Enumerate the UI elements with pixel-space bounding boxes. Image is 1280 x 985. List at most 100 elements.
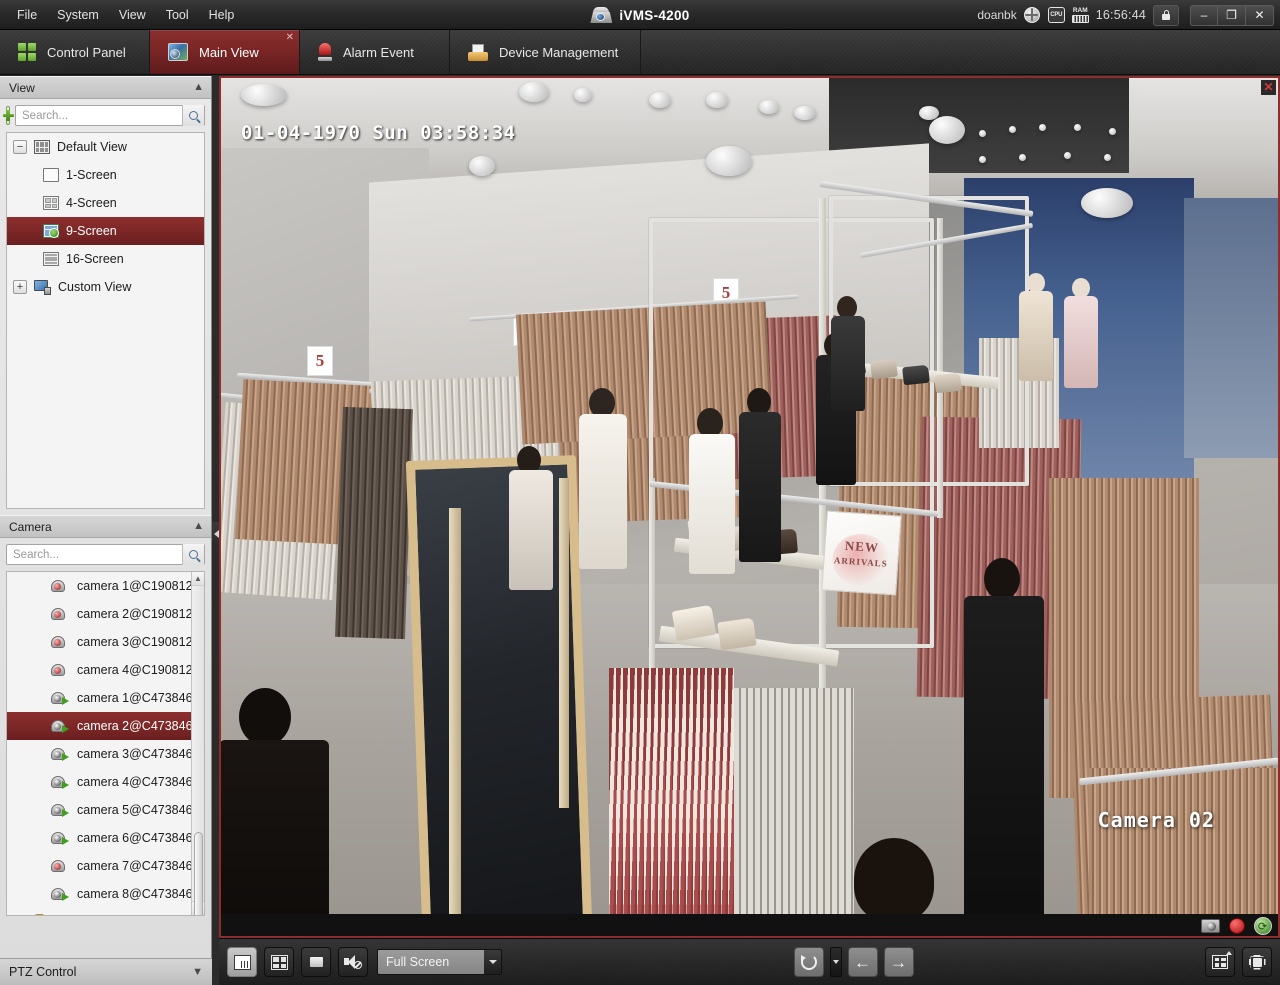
tree-item-4-screen-label: 4-Screen [66, 196, 117, 210]
screen-1-icon [43, 168, 59, 182]
camera-search-box[interactable] [6, 544, 205, 565]
camera-list[interactable]: camera 1@C190812... camera 2@C190812... … [6, 571, 205, 916]
expander-expand-icon[interactable]: + [13, 280, 27, 294]
chevron-up-icon[interactable]: ▲ [193, 521, 204, 532]
camera-search-row [0, 538, 211, 571]
mute-button[interactable] [338, 947, 368, 977]
scroll-up-icon[interactable]: ▲ [192, 572, 205, 586]
tree-item-9-screen[interactable]: 9-Screen [7, 217, 204, 245]
menu-item-view[interactable]: View [110, 4, 155, 26]
tab-control-panel-label: Control Panel [47, 45, 126, 60]
video-window-camera-02[interactable]: 5 5 5 [219, 78, 1280, 914]
ram-icon[interactable]: RAM [1072, 8, 1089, 23]
list-item-label: camera 8@C473846... [77, 887, 191, 901]
ptz-control-icon[interactable]: ⟳ [1253, 917, 1272, 935]
stop-all-button[interactable] [301, 947, 331, 977]
sign-line-1: NEW [844, 538, 879, 556]
camera-offline-icon [51, 635, 69, 649]
arrow-left-icon: ← [854, 954, 871, 971]
restore-button[interactable]: ❐ [1218, 5, 1246, 26]
fullscreen-button[interactable] [1242, 947, 1272, 977]
chevron-down-icon[interactable] [484, 950, 501, 974]
ptz-control-title: PTZ Control [9, 965, 76, 979]
camera-search-input[interactable] [7, 549, 182, 561]
alarm-event-icon [318, 43, 332, 61]
camera-list-scrollbar[interactable]: ▲ ▼ [191, 572, 204, 915]
caret-down-icon [833, 960, 839, 964]
camera-panel-header[interactable]: Camera ▲ [0, 515, 211, 538]
tab-alarm-event[interactable]: Alarm Event [300, 30, 450, 74]
tree-item-4-screen[interactable]: 4-Screen [7, 189, 204, 217]
view-search-input[interactable] [16, 110, 182, 122]
video-display-area[interactable]: 5 5 5 [219, 76, 1280, 938]
camera-offline-icon [51, 859, 69, 873]
refresh-icon [801, 954, 817, 970]
camera-offline-icon [51, 579, 69, 593]
network-globe-icon[interactable] [1024, 7, 1041, 24]
tab-main-view[interactable]: Main View ✕ [150, 30, 300, 74]
tab-alarm-event-label: Alarm Event [343, 45, 414, 60]
expander-collapse-icon[interactable]: − [13, 140, 27, 154]
previous-page-button[interactable]: ← [848, 947, 878, 977]
capture-snapshot-icon[interactable] [1201, 917, 1220, 935]
chevron-down-icon[interactable]: ▼ [192, 967, 203, 978]
list-item[interactable]: camera 3@C473846... [7, 740, 191, 768]
list-item[interactable]: camera 6@C473846... [7, 824, 191, 852]
list-item[interactable]: camera 1@C190812... [7, 572, 191, 600]
camera-online-icon [51, 831, 69, 845]
next-page-button[interactable]: → [884, 947, 914, 977]
list-item-label: camera 7@C473846... [77, 859, 191, 873]
tab-device-management[interactable]: Device Management [450, 30, 641, 74]
lock-icon[interactable] [1153, 5, 1179, 26]
layout-custom-button[interactable] [264, 947, 294, 977]
tab-control-panel[interactable]: Control Panel [0, 30, 150, 74]
video-camera-label: Camera 02 [1098, 808, 1215, 832]
tab-main-view-close-icon[interactable]: ✕ [286, 33, 294, 43]
tree-item-custom-view[interactable]: + Custom View [7, 273, 204, 301]
menu-item-system[interactable]: System [48, 4, 108, 26]
ptz-control-header[interactable]: PTZ Control ▼ [0, 958, 212, 985]
list-item[interactable]: camera 2@C190812... [7, 600, 191, 628]
minimize-button[interactable]: – [1190, 5, 1218, 26]
list-item[interactable]: camera 4@C190812... [7, 656, 191, 684]
tree-item-default-view[interactable]: − Default View [7, 133, 204, 161]
list-item[interactable]: camera 8@C473846... [7, 880, 191, 908]
tree-item-1-screen[interactable]: 1-Screen [7, 161, 204, 189]
search-icon[interactable] [182, 105, 204, 126]
view-tree[interactable]: − Default View 1-Screen 4-Screen 9-Scree… [6, 132, 205, 509]
list-item[interactable]: camera 4@C473846... [7, 768, 191, 796]
ivms-4200-window: File System View Tool Help iVMS-4200 doa… [0, 0, 1280, 985]
view-panel-header[interactable]: View ▲ [0, 76, 211, 99]
auto-switch-button[interactable] [794, 947, 824, 977]
chevron-up-icon[interactable]: ▲ [193, 82, 204, 93]
current-user-label: doanbk [977, 8, 1016, 22]
view-search-box[interactable] [15, 105, 205, 126]
plus-icon[interactable] [6, 106, 10, 125]
menu-item-help[interactable]: Help [200, 4, 244, 26]
list-item-label: camera 3@C473846... [77, 747, 191, 761]
cpu-icon-label: CPU [1048, 7, 1065, 23]
auto-switch-dropdown[interactable] [830, 947, 842, 977]
close-button[interactable]: ✕ [1246, 5, 1274, 26]
record-icon[interactable] [1227, 917, 1246, 935]
list-item[interactable]: camera 5@C473846... [7, 796, 191, 824]
window-division-button[interactable] [1205, 947, 1235, 977]
list-item-label: camera 3@C190812... [77, 635, 191, 649]
close-icon[interactable]: ✕ [1261, 80, 1276, 95]
layout-single-button[interactable] [227, 947, 257, 977]
list-item[interactable]: camera 2@C473846... [7, 712, 191, 740]
menu-item-tool[interactable]: Tool [157, 4, 198, 26]
cpu-icon[interactable]: CPU [1048, 7, 1065, 24]
screen-mode-select[interactable]: Full Screen [377, 949, 502, 975]
list-item[interactable]: camera 3@C190812... [7, 628, 191, 656]
scrollbar-thumb[interactable] [194, 832, 203, 916]
list-item[interactable]: watrwl [7, 908, 191, 915]
search-icon[interactable] [182, 544, 204, 565]
list-item[interactable]: camera 1@C473846... [7, 684, 191, 712]
tree-item-16-screen[interactable]: 16-Screen [7, 245, 204, 273]
stop-icon [310, 957, 323, 967]
menu-item-file[interactable]: File [8, 4, 46, 26]
new-arrivals-sign: NEW ARRIVALS [821, 510, 901, 595]
list-item[interactable]: camera 7@C473846... [7, 852, 191, 880]
list-item-label: camera 4@C473846... [77, 775, 191, 789]
